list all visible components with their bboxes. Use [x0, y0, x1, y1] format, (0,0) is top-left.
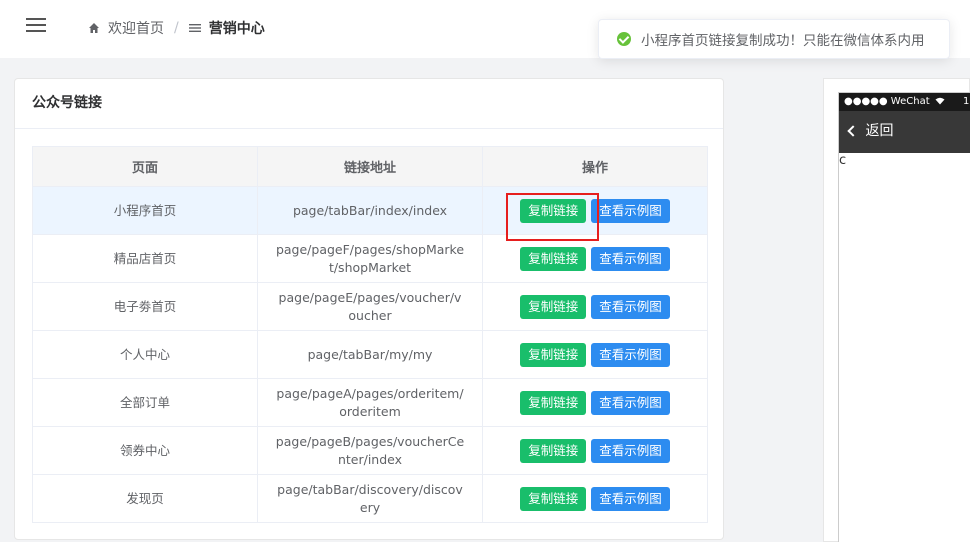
url-text: page/pageB/pages/voucherCenter/index: [275, 433, 465, 467]
breadcrumb: 欢迎首页 / 营销中心: [88, 18, 265, 38]
row-page-name: 个人中心: [32, 330, 258, 379]
copy-link-button[interactable]: 复制链接: [520, 390, 587, 415]
breadcrumb-home[interactable]: 欢迎首页: [108, 18, 164, 38]
url-text: page/tabBar/index/index: [292, 202, 448, 218]
table-row: 电子劵首页 page/pageE/pages/voucher/voucher 复…: [32, 282, 708, 331]
row-url: page/pageA/pages/orderitem/orderitem: [257, 378, 483, 427]
phone-preview: ●●●●● WeChat 1 返回 c: [838, 92, 970, 542]
column-header-actions: 操作: [482, 146, 708, 187]
phone-nav-title: c: [839, 153, 847, 168]
row-url: page/tabBar/discovery/discovery: [257, 474, 483, 523]
view-example-button[interactable]: 查看示例图: [591, 390, 670, 415]
row-page-name: 全部订单: [32, 378, 258, 427]
row-url: page/pageE/pages/voucher/voucher: [257, 282, 483, 331]
wifi-icon: [935, 97, 945, 105]
card-title: 公众号链接: [15, 79, 723, 129]
success-toast: 小程序首页链接复制成功！只能在微信体系内用: [598, 19, 950, 59]
table-row: 精品店首页 page/pageF/pages/shopMarket/shopMa…: [32, 234, 708, 283]
phone-preview-panel: ●●●●● WeChat 1 返回 c: [823, 78, 970, 542]
copy-link-button[interactable]: 复制链接: [520, 246, 587, 271]
row-page-name: 小程序首页: [32, 186, 258, 235]
copy-link-button[interactable]: 复制链接: [520, 198, 587, 223]
list-icon: [188, 24, 201, 32]
phone-back-label[interactable]: 返回: [865, 123, 893, 139]
back-chevron-icon: [847, 125, 859, 137]
breadcrumb-current: 营销中心: [208, 21, 265, 37]
table-row: 发现页 page/tabBar/discovery/discovery 复制链接…: [32, 474, 708, 523]
row-page-name: 领券中心: [32, 426, 258, 475]
row-actions: 复制链接 查看示例图: [482, 474, 708, 523]
url-text: page/pageA/pages/orderitem/orderitem: [276, 385, 464, 419]
row-page-name: 电子劵首页: [32, 282, 258, 331]
links-table: 页面 链接地址 操作 小程序首页 page/tabBar/index/index…: [32, 146, 708, 523]
view-example-button[interactable]: 查看示例图: [591, 198, 670, 223]
row-actions: 复制链接 查看示例图: [482, 186, 708, 241]
url-text: page/pageE/pages/voucher/voucher: [278, 289, 462, 323]
phone-status-time: 1: [963, 96, 970, 107]
column-header-page: 页面: [32, 146, 258, 187]
url-text: page/tabBar/my/my: [307, 346, 433, 362]
url-text: page/pageF/pages/shopMarket/shopMarket: [275, 241, 465, 275]
row-actions: 复制链接 查看示例图: [482, 234, 708, 283]
row-url: page/pageB/pages/voucherCenter/index: [257, 426, 483, 475]
row-url: page/pageF/pages/shopMarket/shopMarket: [257, 234, 483, 283]
table-row: 小程序首页 page/tabBar/index/index 复制链接 查看示例图: [32, 186, 708, 241]
row-actions: 复制链接 查看示例图: [482, 330, 708, 379]
row-url: page/tabBar/my/my: [257, 330, 483, 379]
view-example-button[interactable]: 查看示例图: [591, 486, 670, 511]
copy-link-button[interactable]: 复制链接: [520, 294, 587, 319]
row-actions: 复制链接 查看示例图: [482, 426, 708, 475]
check-circle-icon: [617, 32, 631, 46]
copy-link-button[interactable]: 复制链接: [520, 342, 587, 367]
toast-message: 小程序首页链接复制成功！只能在微信体系内用: [641, 33, 925, 49]
home-icon: [89, 23, 99, 33]
view-example-button[interactable]: 查看示例图: [591, 294, 670, 319]
view-example-button[interactable]: 查看示例图: [591, 342, 670, 367]
menu-toggle-icon[interactable]: [26, 18, 46, 34]
table-row: 个人中心 page/tabBar/my/my 复制链接 查看示例图: [32, 330, 708, 379]
phone-status-text: ●●●●● WeChat: [844, 96, 930, 107]
table-row: 领券中心 page/pageB/pages/voucherCenter/inde…: [32, 426, 708, 475]
phone-status-bar: ●●●●● WeChat 1: [839, 93, 970, 111]
row-actions: 复制链接 查看示例图: [482, 282, 708, 331]
table-row: 全部订单 page/pageA/pages/orderitem/orderite…: [32, 378, 708, 427]
view-example-button[interactable]: 查看示例图: [591, 246, 670, 271]
phone-nav-bar: 返回: [839, 111, 970, 153]
links-card: 公众号链接 页面 链接地址 操作 小程序首页 page/tabBar/index…: [14, 78, 724, 540]
table-header-row: 页面 链接地址 操作: [32, 146, 708, 187]
breadcrumb-separator: /: [174, 20, 179, 36]
copy-link-button[interactable]: 复制链接: [520, 486, 587, 511]
view-example-button[interactable]: 查看示例图: [591, 438, 670, 463]
copy-link-button[interactable]: 复制链接: [520, 438, 587, 463]
row-page-name: 发现页: [32, 474, 258, 523]
row-url: page/tabBar/index/index: [257, 186, 483, 235]
url-text: page/tabBar/discovery/discovery: [277, 481, 463, 515]
row-page-name: 精品店首页: [32, 234, 258, 283]
column-header-url: 链接地址: [257, 146, 483, 187]
row-actions: 复制链接 查看示例图: [482, 378, 708, 427]
